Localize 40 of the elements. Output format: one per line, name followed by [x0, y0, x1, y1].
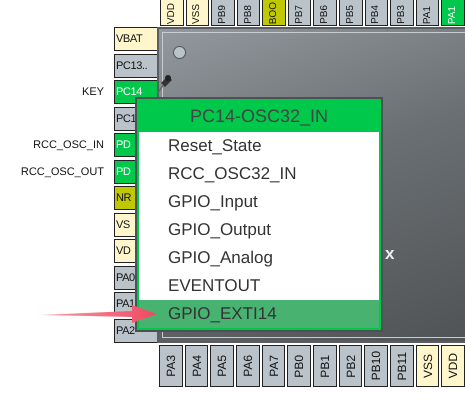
- pin[interactable]: VDD: [160, 0, 184, 26]
- chip-label: x: [385, 244, 394, 264]
- menu-item[interactable]: Reset_State: [139, 132, 379, 160]
- pin[interactable]: PA7: [262, 345, 286, 387]
- pin[interactable]: VSS: [186, 0, 210, 26]
- pin[interactable]: VBAT: [114, 27, 157, 51]
- pin[interactable]: VDD: [441, 345, 465, 387]
- context-menu[interactable]: PC14-OSC32_IN Reset_State RCC_OSC32_IN GPIO_Input GPIO_Output GPIO_Analog EVENTOUT GPIO_EXTI14: [137, 99, 381, 330]
- pin[interactable]: PB9: [211, 0, 235, 26]
- pin1-dot-icon: [173, 46, 186, 59]
- pin[interactable]: PB1: [313, 345, 337, 387]
- pin[interactable]: PB8: [236, 0, 260, 26]
- pin[interactable]: PA6: [236, 345, 260, 387]
- menu-title: PC14-OSC32_IN: [139, 101, 379, 132]
- pushpin-icon[interactable]: [155, 73, 173, 95]
- menu-item[interactable]: EVENTOUT: [139, 272, 379, 300]
- pin[interactable]: PA3: [159, 345, 183, 387]
- pin[interactable]: PB2: [338, 345, 362, 387]
- pin[interactable]: PB7: [288, 0, 312, 26]
- pin[interactable]: BOO: [262, 0, 286, 26]
- pin[interactable]: PB11: [390, 345, 414, 387]
- menu-item[interactable]: GPIO_Input: [139, 188, 379, 216]
- pin[interactable]: PB4: [364, 0, 388, 26]
- pin[interactable]: PC13..: [114, 54, 157, 78]
- pin[interactable]: PB3: [390, 0, 414, 26]
- pin[interactable]: PA5: [210, 345, 234, 387]
- menu-item[interactable]: GPIO_EXTI14: [139, 300, 379, 328]
- pin[interactable]: PA4: [184, 345, 208, 387]
- pin[interactable]: PB0: [287, 345, 312, 387]
- signal-label: RCC_OSC_OUT: [20, 166, 104, 178]
- signal-label: RCC_OSC_IN: [33, 139, 104, 152]
- menu-item[interactable]: RCC_OSC32_IN: [139, 160, 379, 188]
- signal-label: KEY: [82, 86, 104, 98]
- pin[interactable]: PB10: [364, 345, 388, 387]
- pin[interactable]: PB6: [313, 0, 338, 26]
- pin[interactable]: PA1: [416, 0, 440, 26]
- menu-item[interactable]: GPIO_Analog: [139, 244, 379, 272]
- pin[interactable]: PB5: [339, 0, 363, 26]
- pin[interactable]: VSS: [416, 345, 440, 387]
- menu-item[interactable]: GPIO_Output: [139, 216, 379, 244]
